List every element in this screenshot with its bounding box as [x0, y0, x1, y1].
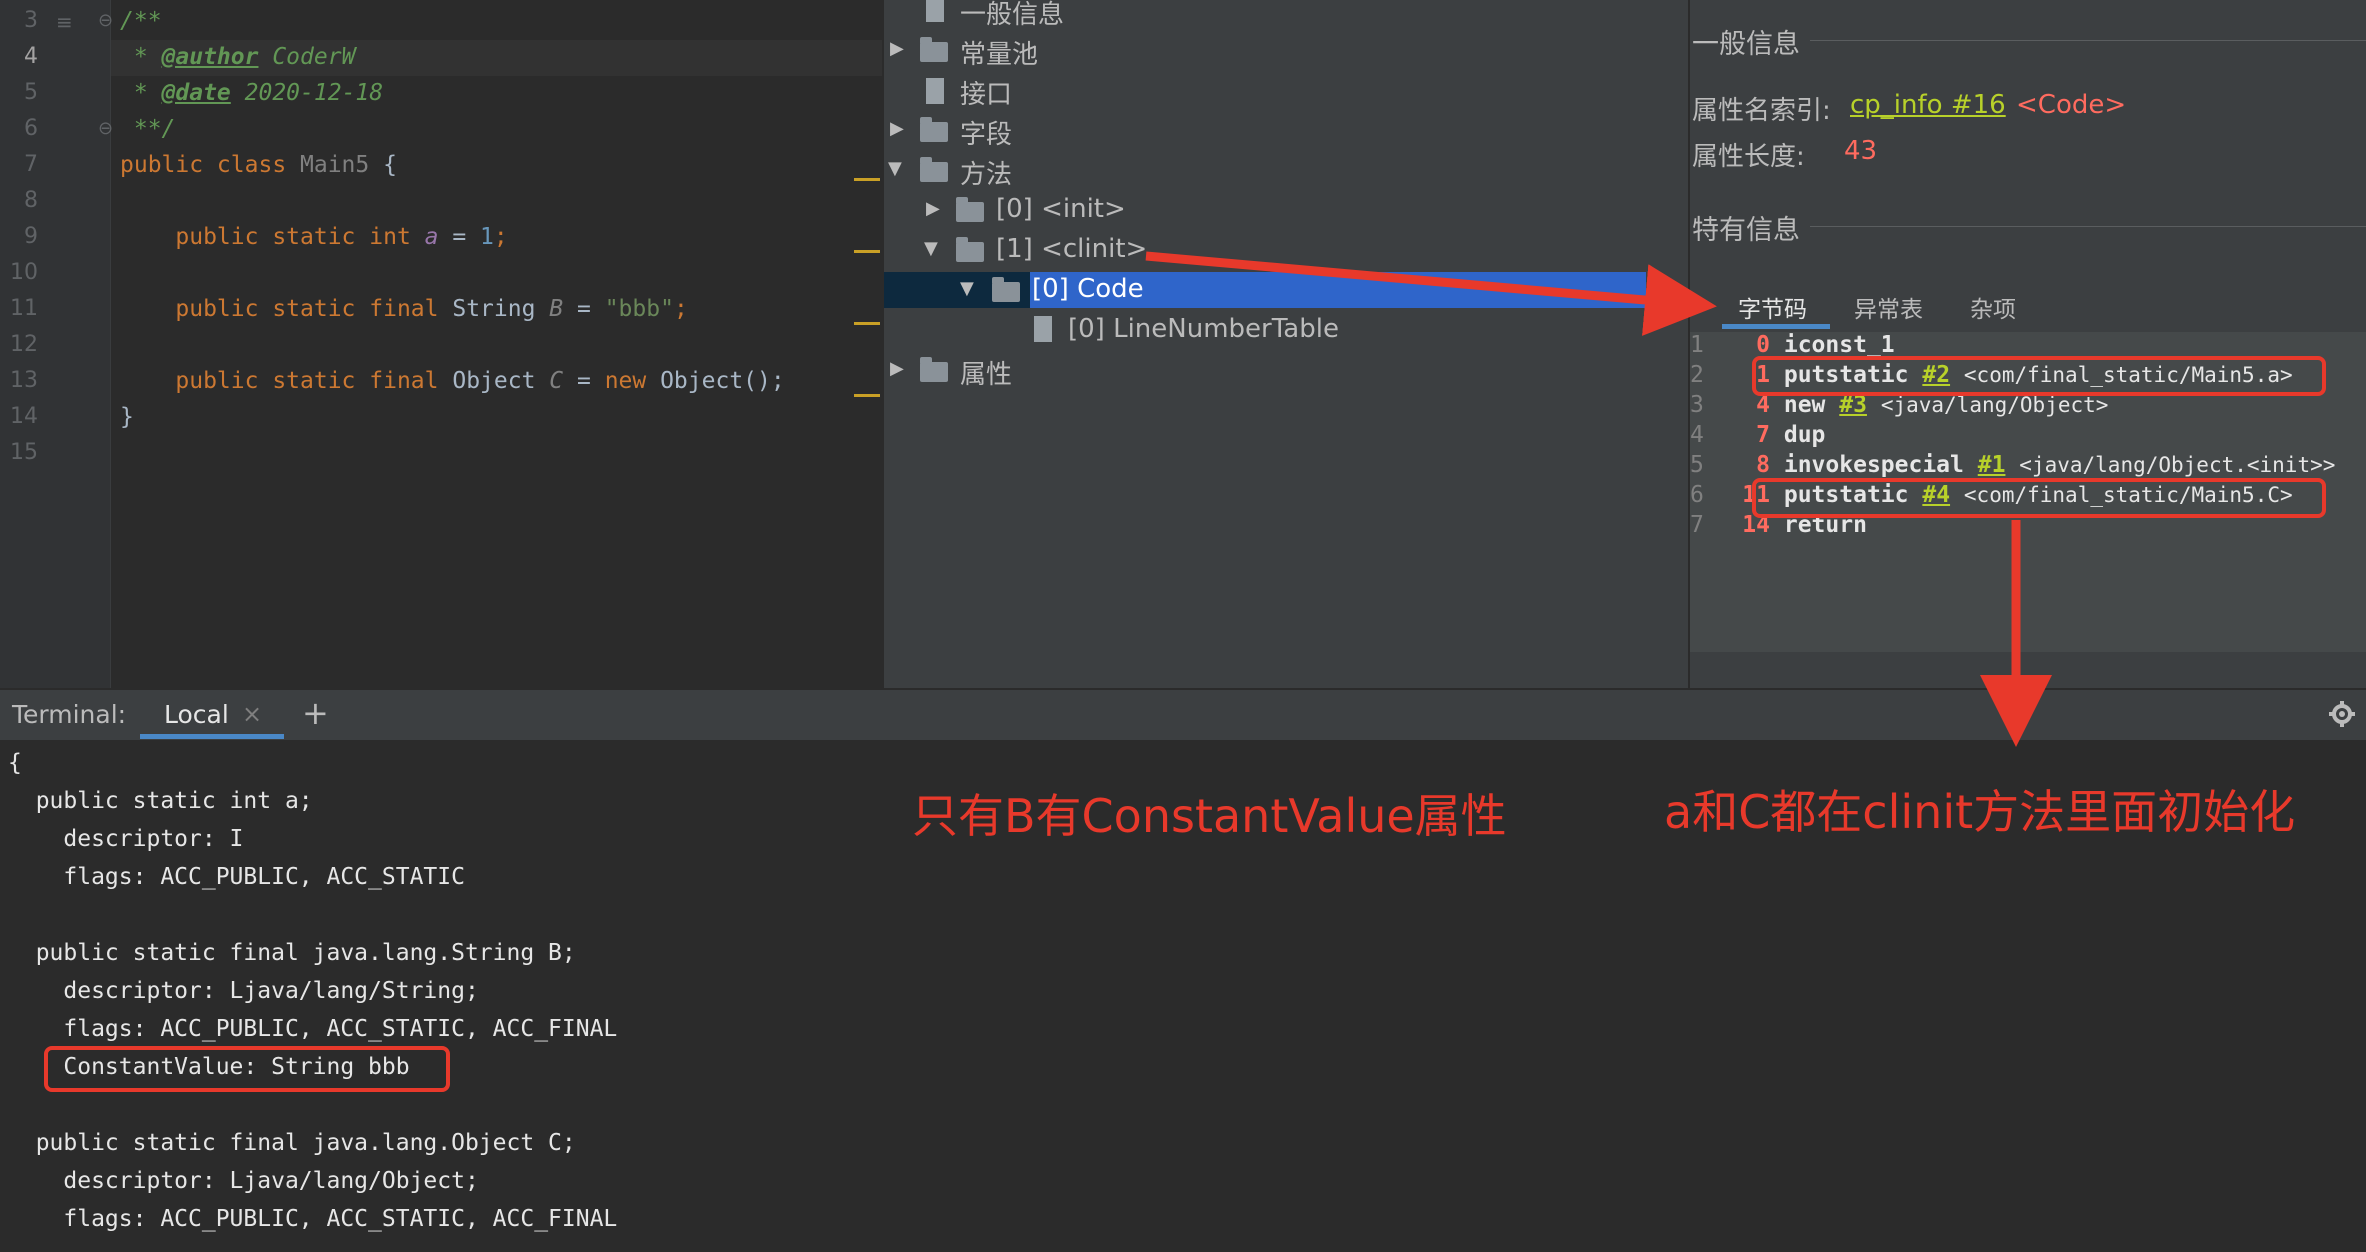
- attr-length-label: 属性长度:: [1692, 142, 1805, 172]
- attr-name-value: <Code>: [2016, 90, 2127, 120]
- file-icon: [926, 78, 944, 104]
- folder-icon: [992, 277, 1020, 302]
- line-number: 11: [10, 296, 38, 321]
- terminal-toolbar: [0, 690, 2366, 740]
- expand-arrow-icon[interactable]: ▶: [890, 38, 904, 59]
- terminal-line: {: [8, 750, 22, 776]
- active-tab-indicator: [1722, 324, 1830, 329]
- folder-icon: [920, 37, 948, 62]
- file-icon: [926, 0, 944, 22]
- code-line: **/: [120, 116, 176, 142]
- code-line: public static int a = 1;: [120, 224, 508, 250]
- tab-bytecode[interactable]: 字节码: [1738, 290, 1807, 324]
- folder-icon: [956, 237, 984, 262]
- terminal-line: public static int a;: [8, 788, 313, 814]
- new-tab-icon[interactable]: +: [302, 694, 329, 732]
- cp-info-link[interactable]: cp_info #16: [1850, 90, 2006, 120]
- line-number: 13: [10, 368, 38, 393]
- line-number: 5: [24, 80, 38, 105]
- code-line: public static final Object C = new Objec…: [120, 368, 785, 394]
- terminal-line: descriptor: Ljava/lang/Object;: [8, 1168, 479, 1194]
- specific-info-title: 特有信息: [1692, 215, 1800, 246]
- terminal-line: descriptor: I: [8, 826, 244, 852]
- tab-misc[interactable]: 杂项: [1970, 290, 2016, 324]
- collapse-arrow-icon[interactable]: ▼: [960, 278, 974, 299]
- expand-arrow-icon[interactable]: ▶: [890, 118, 904, 139]
- line-number: 14: [10, 404, 38, 429]
- terminal-line: flags: ACC_PUBLIC, ACC_STATIC, ACC_FINAL: [8, 1016, 618, 1042]
- terminal-line: flags: ACC_PUBLIC, ACC_STATIC, ACC_FINAL: [8, 1206, 618, 1232]
- tree-item-general[interactable]: 一般信息: [960, 0, 1064, 31]
- line-number: 12: [10, 332, 38, 357]
- active-tab-indicator: [140, 734, 284, 739]
- code-line: public static final String B = "bbb";: [120, 296, 688, 322]
- change-marker[interactable]: [854, 250, 880, 253]
- expand-arrow-icon[interactable]: ▶: [926, 198, 940, 219]
- terminal-line: descriptor: Ljava/lang/String;: [8, 978, 479, 1004]
- fold-toggle-icon[interactable]: ⊖: [98, 10, 113, 31]
- line-number: 9: [24, 224, 38, 249]
- fold-lines-icon[interactable]: ≡: [56, 10, 73, 34]
- collapse-arrow-icon[interactable]: ▼: [888, 158, 902, 179]
- tree-item-constant-pool[interactable]: 常量池: [960, 34, 1038, 71]
- annotation-left: 只有B有ConstantValue属性: [912, 789, 1507, 843]
- line-number: 3: [24, 8, 38, 33]
- terminal-line: public static final java.lang.Object C;: [8, 1130, 576, 1156]
- tree-item-fields[interactable]: 字段: [960, 114, 1012, 151]
- expand-arrow-icon[interactable]: ▶: [890, 358, 904, 379]
- collapse-arrow-icon[interactable]: ▼: [924, 238, 938, 259]
- terminal-line: public static final java.lang.String B;: [8, 940, 576, 966]
- tree-item-interfaces[interactable]: 接口: [960, 74, 1012, 111]
- tree-item-methods[interactable]: 方法: [960, 154, 1012, 191]
- highlight-box-constant-value: [44, 1046, 450, 1092]
- gear-icon[interactable]: [2328, 700, 2356, 728]
- terminal-label: Terminal:: [12, 700, 127, 729]
- divider: [1810, 226, 2366, 227]
- change-marker[interactable]: [854, 178, 880, 181]
- fold-end-icon[interactable]: ⊖: [98, 118, 113, 139]
- code-line: * @date 2020-12-18: [120, 80, 384, 106]
- attr-length-value: 43: [1844, 136, 1878, 166]
- line-number: 15: [10, 440, 38, 465]
- tab-exception-table[interactable]: 异常表: [1854, 290, 1923, 324]
- close-tab-icon[interactable]: ×: [242, 700, 262, 728]
- change-marker[interactable]: [854, 322, 880, 325]
- line-number: 4: [24, 44, 38, 69]
- tree-item-line-number-table[interactable]: [0] LineNumberTable: [1068, 314, 1339, 344]
- divider: [1810, 40, 2366, 41]
- terminal-line: flags: ACC_PUBLIC, ACC_STATIC: [8, 864, 465, 890]
- change-marker[interactable]: [854, 394, 880, 397]
- folder-icon: [920, 357, 948, 382]
- general-info-title: 一般信息: [1692, 29, 1800, 60]
- tree-item-method-clinit[interactable]: [1] <clinit>: [996, 234, 1147, 264]
- attr-name-index-label: 属性名索引:: [1692, 96, 1831, 126]
- terminal-tab-local[interactable]: Local: [164, 700, 229, 729]
- annotation-right: a和C都在clinit方法里面初始化: [1664, 785, 2296, 839]
- tree-item-code[interactable]: [0] Code: [1032, 274, 1144, 304]
- bytecode-line: 58 invokespecial #1 <java/lang/Object.<i…: [1690, 452, 2336, 478]
- file-icon: [1034, 316, 1052, 342]
- editor-gutter: 3 4 5 6 7 8 9 10 11 12 13 14 15 ≡ ⊖ ⊖: [0, 0, 113, 688]
- line-number: 6: [24, 116, 38, 141]
- code-line: * @author CoderW: [120, 44, 356, 70]
- bytecode-line: 10 iconst_1: [1690, 332, 1895, 358]
- code-line: public class Main5 {: [120, 152, 397, 178]
- line-number: 8: [24, 188, 38, 213]
- line-number: 7: [24, 152, 38, 177]
- folder-icon: [956, 197, 984, 222]
- code-line: }: [120, 404, 134, 430]
- folder-icon: [920, 117, 948, 142]
- tree-item-attributes[interactable]: 属性: [960, 354, 1012, 391]
- code-line: /**: [120, 8, 162, 34]
- line-number: 10: [10, 260, 38, 285]
- bytecode-line: 47 dup: [1690, 422, 1826, 448]
- highlight-box-putstatic-c: [1752, 478, 2326, 518]
- tree-item-method-init[interactable]: [0] <init>: [996, 194, 1126, 224]
- folder-icon: [920, 157, 948, 182]
- highlight-box-putstatic-a: [1752, 356, 2326, 396]
